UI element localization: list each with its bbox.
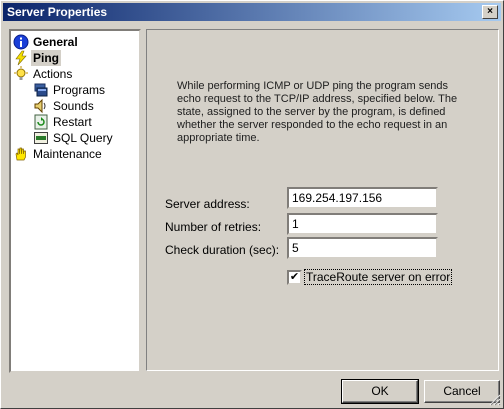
sql-icon: [34, 132, 48, 144]
tree-item-label: Maintenance: [33, 147, 102, 161]
duration-input[interactable]: 5: [287, 237, 438, 259]
tree-item-label: Sounds: [53, 99, 94, 113]
tree-item-label: SQL Query: [53, 131, 113, 145]
info-icon: [13, 34, 29, 50]
lightning-icon: [15, 50, 27, 66]
navigation-tree: General Ping Actions Programs Sounds Res…: [9, 29, 141, 373]
ping-description: While performing ICMP or UDP ping the pr…: [177, 80, 458, 144]
tree-item-label: General: [33, 35, 78, 49]
traceroute-label[interactable]: TraceRoute server on error: [304, 269, 453, 285]
ping-settings-panel: While performing ICMP or UDP ping the pr…: [146, 29, 499, 371]
restart-icon: [34, 114, 48, 130]
retries-label: Number of retries:: [165, 220, 262, 234]
speaker-icon: [34, 98, 46, 114]
window-title: Server Properties: [7, 5, 108, 19]
tree-item-label: Restart: [53, 115, 92, 129]
server-properties-window: Server Properties × General Ping Actions…: [0, 0, 504, 409]
server-address-label: Server address:: [165, 197, 250, 211]
close-button[interactable]: ×: [482, 5, 498, 19]
duration-label: Check duration (sec):: [165, 243, 280, 257]
tree-item-label: Actions: [33, 67, 73, 81]
server-address-input[interactable]: 169.254.197.156: [287, 187, 438, 209]
ok-button[interactable]: OK: [341, 379, 419, 404]
retries-input[interactable]: 1: [287, 213, 438, 235]
traceroute-checkbox[interactable]: ✔: [287, 270, 302, 285]
lightbulb-icon: [14, 66, 28, 80]
tree-item-label: Ping: [31, 50, 61, 66]
hand-icon: [15, 147, 26, 161]
programs-icon: [34, 83, 48, 97]
resize-grip-icon[interactable]: [489, 394, 501, 406]
tree-item-label: Programs: [53, 83, 106, 97]
title-bar[interactable]: Server Properties ×: [3, 3, 501, 21]
